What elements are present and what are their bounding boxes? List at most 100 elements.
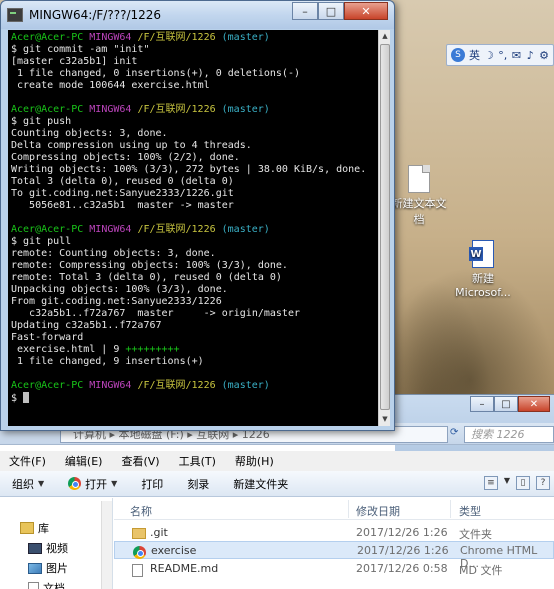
language-indicator[interactable]: 英 — [469, 47, 480, 63]
settings-icon[interactable]: ⚙ — [539, 47, 549, 63]
terminal-titlebar[interactable]: MINGW64:/F/???/1226 – □ ✕ — [1, 1, 394, 29]
explorer-close-button[interactable]: ✕ — [518, 396, 550, 412]
file-name: .git — [150, 526, 168, 539]
terminal-text: [master c32a5b1] init — [11, 56, 138, 67]
file-row-readme[interactable]: README.md 2017/12/26 0:58 MD 文件 — [114, 560, 554, 578]
explorer-maximize-button[interactable]: □ — [494, 396, 518, 412]
chrome-icon — [68, 477, 82, 490]
terminal-close-button[interactable]: ✕ — [344, 2, 388, 20]
terminal-text: Counting objects: 3, done. — [11, 128, 168, 139]
menu-view[interactable]: 查看(V) — [112, 453, 169, 469]
keyboard-icon[interactable]: ✉ — [512, 47, 522, 63]
ime-logo-icon[interactable]: S — [451, 47, 465, 63]
desktop-icon-word-document[interactable]: W 新建 Microsof... — [448, 240, 518, 299]
terminal-scrollbar[interactable]: ▲ ▼ — [378, 30, 390, 426]
menu-help[interactable]: 帮助(H) — [226, 453, 284, 469]
terminal-line: 5056e81..c32a5b1 master -> master — [11, 200, 375, 212]
chrome-icon — [133, 546, 146, 559]
terminal-window: MINGW64:/F/???/1226 – □ ✕ Acer@Acer-PC M… — [0, 0, 395, 431]
terminal-text: remote: Total 3 (delta 0), reused 0 (del… — [11, 272, 282, 283]
punctuation-icon[interactable]: °, — [498, 47, 508, 63]
terminal-line: From git.coding.net:Sanyue2333/1226 — [11, 296, 375, 308]
open-label: 打开 — [85, 477, 108, 491]
preview-pane-icon[interactable]: ▯ — [516, 476, 530, 490]
nav-library-label: 库 — [38, 522, 49, 535]
terminal-text: Acer@Acer-PC — [11, 380, 90, 391]
terminal-line: Total 3 (delta 0), reused 0 (delta 0) — [11, 176, 375, 188]
terminal-text: $ — [11, 393, 24, 404]
terminal-output[interactable]: Acer@Acer-PC MINGW64 /F/互联网/1226 (master… — [8, 30, 378, 426]
scrollbar-thumb[interactable] — [380, 44, 390, 410]
terminal-maximize-button[interactable]: □ — [318, 2, 344, 20]
menu-file[interactable]: 文件(F) — [0, 453, 56, 469]
terminal-text: /F/互联网/1226 — [137, 32, 222, 43]
file-type: 文件夹 — [459, 528, 492, 541]
organize-button[interactable]: 组织 ▼ — [0, 476, 56, 492]
terminal-text: Total 3 (delta 0), reused 0 (delta 0) — [11, 176, 234, 187]
nav-documents[interactable]: 文档 — [28, 580, 65, 589]
scroll-down-icon[interactable]: ▼ — [379, 413, 391, 426]
explorer-minimize-button[interactable]: – — [470, 396, 494, 412]
terminal-icon — [7, 8, 23, 22]
terminal-line: Acer@Acer-PC MINGW64 /F/互联网/1226 (master… — [11, 32, 375, 44]
column-modified[interactable]: 修改日期 — [356, 503, 400, 519]
terminal-text: MINGW64 — [89, 224, 138, 235]
terminal-text: Unpacking objects: 100% (3/3), done. — [11, 284, 228, 295]
terminal-line: remote: Total 3 (delta 0), reused 0 (del… — [11, 272, 375, 284]
terminal-line: Delta compression using up to 4 threads. — [11, 140, 375, 152]
library-icon — [20, 522, 34, 534]
scroll-up-icon[interactable]: ▲ — [379, 30, 391, 43]
file-name: README.md — [150, 562, 219, 575]
language-bar[interactable]: S 英 ☽ °, ✉ ♪ ⚙ — [446, 44, 554, 66]
nav-pictures[interactable]: 图片 — [28, 560, 68, 576]
column-type[interactable]: 类型 — [459, 503, 481, 519]
terminal-text: MINGW64 — [89, 32, 138, 43]
terminal-text: create mode 100644 exercise.html — [11, 80, 210, 91]
terminal-line: remote: Counting objects: 3, done. — [11, 248, 375, 260]
file-icon — [132, 564, 143, 577]
terminal-line: $ — [11, 392, 375, 405]
terminal-text: remote: Compressing objects: 100% (3/3),… — [11, 260, 288, 271]
moon-icon[interactable]: ☽ — [484, 47, 494, 63]
terminal-line: Acer@Acer-PC MINGW64 /F/互联网/1226 (master… — [11, 104, 375, 116]
new-folder-button[interactable]: 新建文件夹 — [221, 476, 300, 492]
video-icon — [28, 542, 42, 554]
terminal-text: (master) — [221, 32, 270, 43]
open-button[interactable]: 打开 ▼ — [56, 476, 129, 492]
help-icon[interactable]: ? — [536, 476, 550, 490]
voice-icon[interactable]: ♪ — [525, 47, 535, 63]
view-options-icon[interactable]: ≡ — [483, 476, 498, 490]
refresh-icon[interactable]: ⟳ — [450, 427, 462, 441]
terminal-text: 1 file changed, 9 insertions(+) — [11, 356, 204, 367]
terminal-title: MINGW64:/F/???/1226 — [29, 8, 162, 22]
terminal-text: MINGW64 — [89, 380, 138, 391]
terminal-line: Compressing objects: 100% (2/2), done. — [11, 152, 375, 164]
file-row-exercise[interactable]: exercise 2017/12/26 1:26 Chrome HTML D..… — [114, 541, 554, 570]
burn-button[interactable]: 刻录 — [175, 476, 221, 492]
terminal-minimize-button[interactable]: – — [292, 2, 318, 20]
menu-tools[interactable]: 工具(T) — [170, 453, 226, 469]
nav-video[interactable]: 视频 — [28, 540, 68, 556]
terminal-text: Acer@Acer-PC — [11, 104, 90, 115]
menu-edit[interactable]: 编辑(E) — [56, 453, 113, 469]
nav-scrollbar[interactable] — [101, 501, 112, 589]
nav-library[interactable]: 库 — [20, 520, 49, 536]
print-button[interactable]: 打印 — [129, 476, 175, 492]
organize-label: 组织 — [12, 477, 34, 491]
terminal-text: c32a5b1..f72a767 master -> origin/master — [11, 308, 300, 319]
nav-pictures-label: 图片 — [46, 562, 68, 575]
chevron-down-icon[interactable]: ▼ — [504, 476, 510, 490]
nav-documents-label: 文档 — [43, 582, 65, 589]
file-row-git[interactable]: .git 2017/12/26 1:26 文件夹 — [114, 524, 554, 542]
file-date: 2017/12/26 0:58 — [356, 562, 448, 575]
terminal-line: c32a5b1..f72a767 master -> origin/master — [11, 308, 375, 320]
navigation-pane: 库 视频 图片 文档 — [0, 498, 113, 589]
terminal-text: Compressing objects: 100% (2/2), done. — [11, 152, 240, 163]
column-name[interactable]: 名称 — [130, 503, 152, 519]
terminal-text: Writing objects: 100% (3/3), 272 bytes |… — [11, 164, 367, 175]
terminal-line: Acer@Acer-PC MINGW64 /F/互联网/1226 (master… — [11, 224, 375, 236]
search-input[interactable]: 搜索 1226 — [464, 426, 554, 443]
terminal-line: 1 file changed, 0 insertions(+), 0 delet… — [11, 68, 375, 80]
terminal-text: /F/互联网/1226 — [137, 380, 222, 391]
